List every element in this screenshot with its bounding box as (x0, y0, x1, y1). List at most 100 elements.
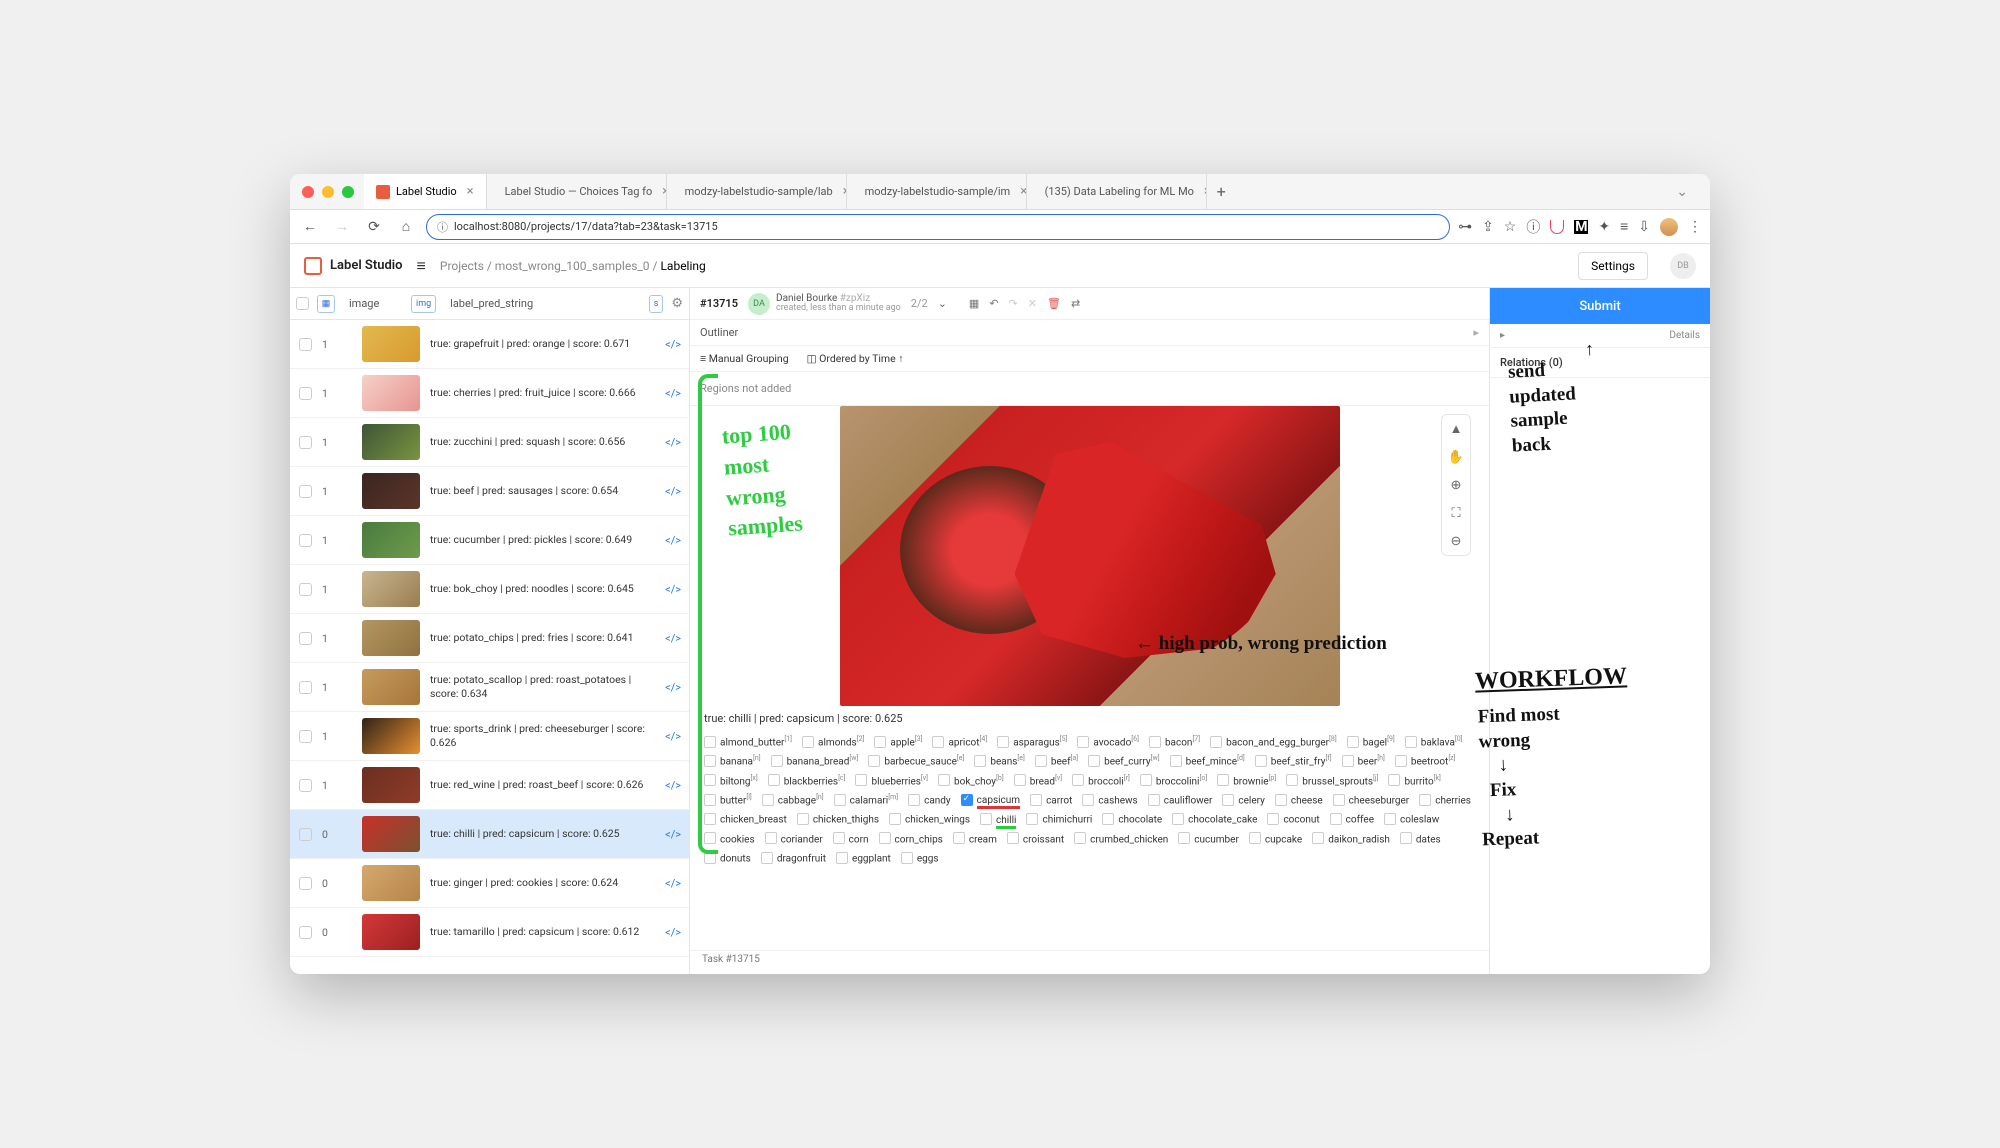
choice-checkbox[interactable] (768, 774, 780, 786)
choice-croissant[interactable]: croissant (1007, 832, 1064, 845)
table-row[interactable]: 0 true: ginger | pred: cookies | score: … (290, 859, 689, 908)
close-window[interactable] (302, 186, 314, 198)
table-row[interactable]: 1 true: red_wine | pred: roast_beef | sc… (290, 761, 689, 810)
new-tab-button[interactable]: + (1207, 182, 1236, 201)
choice-apple[interactable]: apple[3] (874, 735, 922, 748)
choice-beans[interactable]: beans[e] (974, 754, 1024, 767)
home-button[interactable]: ⌂ (394, 218, 418, 235)
row-checkbox[interactable] (299, 583, 312, 596)
row-checkbox[interactable] (299, 338, 312, 351)
choice-calamari[interactable]: calamari[m] (834, 793, 898, 806)
choice-bread[interactable]: bread[v] (1014, 774, 1062, 787)
row-code-icon[interactable]: </> (665, 926, 681, 939)
minimize-window[interactable] (322, 186, 334, 198)
tab-close-icon[interactable]: × (467, 184, 474, 199)
choice-corn_chips[interactable]: corn_chips (879, 832, 943, 845)
choice-beef[interactable]: beef[a] (1035, 754, 1078, 767)
choice-checkbox[interactable] (1395, 755, 1407, 767)
brand[interactable]: Label Studio (304, 257, 403, 275)
col-image[interactable]: image (343, 297, 403, 310)
pocket-icon[interactable] (1550, 220, 1564, 234)
choice-checkbox[interactable] (997, 736, 1009, 748)
row-code-icon[interactable]: </> (665, 681, 681, 694)
choice-cheeseburger[interactable]: cheeseburger (1333, 793, 1410, 806)
choice-chocolate[interactable]: chocolate (1102, 812, 1162, 825)
browser-tab[interactable]: Label Studio — Choices Tag fo× (487, 174, 667, 209)
choice-checkbox[interactable] (1217, 774, 1229, 786)
choice-brussel_sprouts[interactable]: brussel_sprouts[j] (1286, 774, 1378, 787)
choice-cream[interactable]: cream (953, 832, 997, 845)
choice-checkbox[interactable] (908, 794, 920, 806)
choice-bagel[interactable]: bagel[9] (1347, 735, 1395, 748)
info-icon[interactable]: ⓘ (1526, 217, 1540, 237)
zoom-out-icon[interactable]: ⊖ (1446, 531, 1466, 551)
select-all-checkbox[interactable] (296, 297, 309, 310)
row-code-icon[interactable]: </> (665, 583, 681, 596)
choice-checkbox[interactable] (834, 794, 846, 806)
choice-broccolini[interactable]: broccolini[o] (1140, 774, 1207, 787)
choice-eggs[interactable]: eggs (901, 851, 939, 864)
url-input[interactable]: ⓘ localhost:8080/projects/17/data?tab=23… (426, 214, 1450, 240)
choice-checkbox[interactable] (1102, 813, 1114, 825)
choice-capsicum[interactable]: capsicum (961, 793, 1020, 806)
choice-checkbox[interactable] (932, 736, 944, 748)
choice-checkbox[interactable] (1222, 794, 1234, 806)
fit-icon[interactable]: ⛶ (1446, 503, 1466, 523)
table-row[interactable]: 1 true: potato_scallop | pred: roast_pot… (290, 663, 689, 712)
choice-chilli[interactable]: chilli (980, 812, 1016, 825)
choice-coriander[interactable]: coriander (765, 832, 823, 845)
choice-baklava[interactable]: baklava[0] (1405, 735, 1463, 748)
row-checkbox[interactable] (299, 485, 312, 498)
sidebar-toggle[interactable]: ≡ (417, 256, 426, 276)
back-button[interactable]: ← (298, 218, 322, 235)
submit-button[interactable]: Submit (1490, 288, 1710, 324)
choice-checkbox[interactable] (1014, 774, 1026, 786)
choice-apricot[interactable]: apricot[4] (932, 735, 987, 748)
layout-icon[interactable]: ▦ (969, 297, 979, 310)
choice-beer[interactable]: beer[h] (1342, 754, 1385, 767)
choice-blackberries[interactable]: blackberries[c] (768, 774, 846, 787)
table-row[interactable]: 1 true: cucumber | pred: pickles | score… (290, 516, 689, 565)
choice-burrito[interactable]: burrito[k] (1388, 774, 1440, 787)
task-image[interactable] (840, 406, 1340, 706)
choice-bacon[interactable]: bacon[7] (1149, 735, 1200, 748)
table-row[interactable]: 1 true: potato_chips | pred: fries | sco… (290, 614, 689, 663)
grouping-mode[interactable]: ≡ Manual Grouping (700, 352, 789, 365)
menu-icon[interactable]: ⋮ (1688, 219, 1702, 235)
choice-cabbage[interactable]: cabbage[n] (762, 793, 824, 806)
row-code-icon[interactable]: </> (665, 534, 681, 547)
choice-checkbox[interactable] (1178, 832, 1190, 844)
choice-coffee[interactable]: coffee (1330, 812, 1374, 825)
choice-checkbox[interactable] (1088, 755, 1100, 767)
collapse-icon[interactable]: ▸ (1473, 326, 1479, 339)
order-mode[interactable]: ◫ Ordered by Time ↑ (807, 352, 904, 365)
choice-checkbox[interactable] (1026, 813, 1038, 825)
choice-checkbox[interactable] (1149, 736, 1161, 748)
row-code-icon[interactable]: </> (665, 338, 681, 351)
browser-tab[interactable]: Label Studio× (364, 174, 487, 209)
redo-icon[interactable]: ↷ (1009, 297, 1018, 310)
choice-checkbox[interactable] (1333, 794, 1345, 806)
row-checkbox[interactable] (299, 926, 312, 939)
choice-cherries[interactable]: cherries (1419, 793, 1471, 806)
row-checkbox[interactable] (299, 779, 312, 792)
choice-banana_bread[interactable]: banana_bread[w] (771, 754, 859, 767)
choice-checkbox[interactable] (1342, 755, 1354, 767)
row-checkbox[interactable] (299, 436, 312, 449)
choice-eggplant[interactable]: eggplant (836, 851, 891, 864)
choice-checkbox[interactable] (961, 794, 973, 806)
swap-icon[interactable]: ⇄ (1071, 297, 1080, 310)
choice-checkbox[interactable] (765, 832, 777, 844)
choice-checkbox[interactable] (761, 852, 773, 864)
row-code-icon[interactable]: </> (665, 779, 681, 792)
crumb-project[interactable]: most_wrong_100_samples_0 (495, 259, 650, 273)
choice-checkbox[interactable] (1312, 832, 1324, 844)
row-checkbox[interactable] (299, 681, 312, 694)
choice-checkbox[interactable] (1330, 813, 1342, 825)
choice-dates[interactable]: dates (1400, 832, 1441, 845)
choice-coconut[interactable]: coconut (1267, 812, 1319, 825)
choice-checkbox[interactable] (836, 852, 848, 864)
choice-bok_choy[interactable]: bok_choy[b] (938, 774, 1004, 787)
maximize-window[interactable] (342, 186, 354, 198)
share-icon[interactable]: ⇪ (1482, 219, 1494, 235)
